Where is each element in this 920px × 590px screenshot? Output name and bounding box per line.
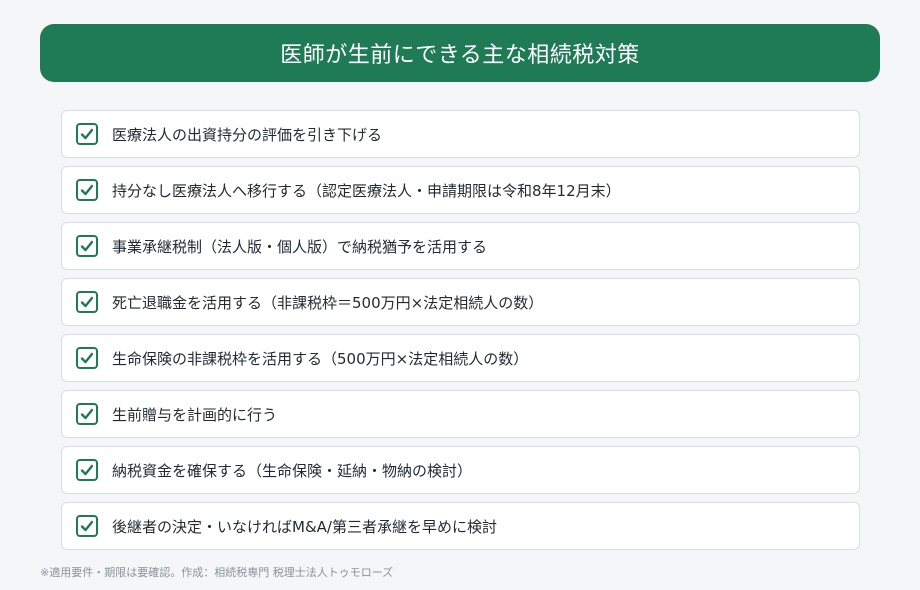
checklist-item-label: 生前贈与を計画的に行う (112, 405, 278, 424)
checkbox-checked-icon (76, 291, 98, 313)
checklist-item: 事業承継税制（法人版・個人版）で納税猶予を活用する (61, 222, 860, 270)
checklist-item: 後継者の決定・いなければM&A/第三者承継を早めに検討 (61, 502, 860, 550)
checklist-item: 生命保険の非課税枠を活用する（500万円×法定相続人の数） (61, 334, 860, 382)
checklist-item-label: 後継者の決定・いなければM&A/第三者承継を早めに検討 (112, 517, 497, 536)
checklist-item-label: 持分なし医療法人へ移行する（認定医療法人・申請期限は令和8年12月末） (112, 181, 621, 200)
checkbox-checked-icon (76, 179, 98, 201)
checkbox-checked-icon (76, 459, 98, 481)
checklist-item: 医療法人の出資持分の評価を引き下げる (61, 110, 860, 158)
checklist-item-label: 生命保険の非課税枠を活用する（500万円×法定相続人の数） (112, 349, 529, 368)
page-title: 医師が生前にできる主な相続税対策 (280, 43, 640, 68)
checklist-item-label: 医療法人の出資持分の評価を引き下げる (112, 125, 383, 144)
checklist-item-label: 納税資金を確保する（生命保険・延納・物納の検討） (112, 461, 473, 480)
checklist-item: 死亡退職金を活用する（非課税枠＝500万円×法定相続人の数） (61, 278, 860, 326)
checkbox-checked-icon (76, 123, 98, 145)
checkbox-checked-icon (76, 403, 98, 425)
checklist-item-label: 死亡退職金を活用する（非課税枠＝500万円×法定相続人の数） (112, 293, 544, 312)
checklist-item-label: 事業承継税制（法人版・個人版）で納税猶予を活用する (112, 237, 488, 256)
checklist-item: 納税資金を確保する（生命保険・延納・物納の検討） (61, 446, 860, 494)
footnote: ※適用要件・期限は要確認。作成：相続税専門 税理士法人トゥモローズ (40, 566, 394, 579)
checklist: 医療法人の出資持分の評価を引き下げる 持分なし医療法人へ移行する（認定医療法人・… (61, 110, 860, 558)
checkbox-checked-icon (76, 347, 98, 369)
page-title-banner: 医師が生前にできる主な相続税対策 (40, 24, 880, 82)
checklist-item: 生前贈与を計画的に行う (61, 390, 860, 438)
checklist-item: 持分なし医療法人へ移行する（認定医療法人・申請期限は令和8年12月末） (61, 166, 860, 214)
checkbox-checked-icon (76, 515, 98, 537)
checkbox-checked-icon (76, 235, 98, 257)
